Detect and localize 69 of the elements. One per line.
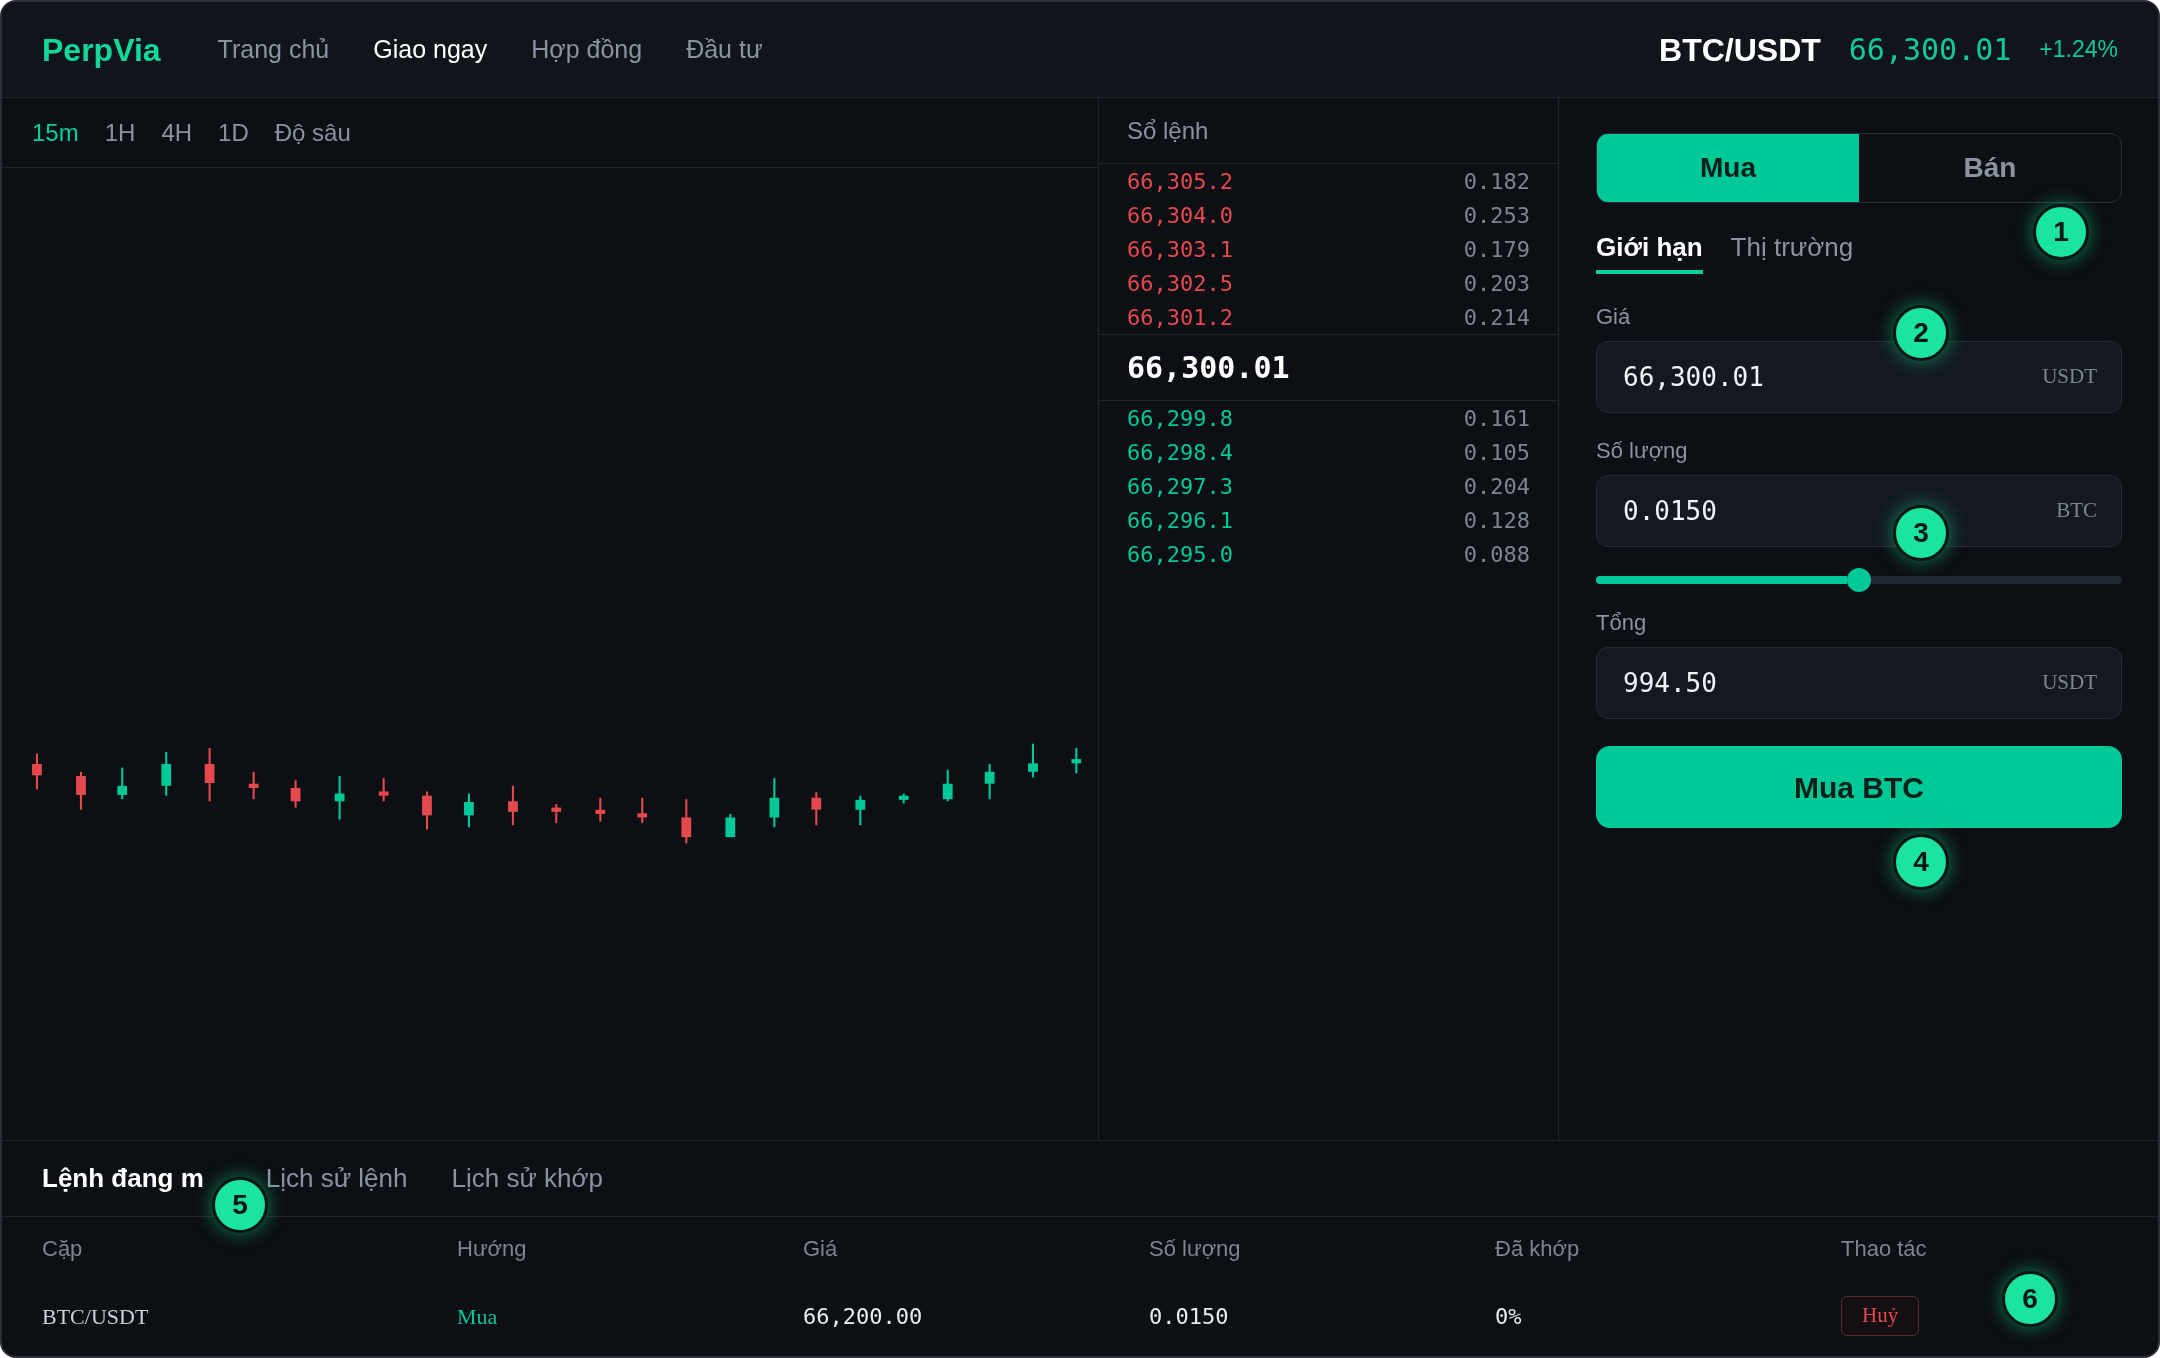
ask-amount: 0.214	[1463, 303, 1530, 332]
field-label: Số lượng	[1596, 438, 1689, 464]
ask-price: 66,305.2	[1127, 167, 1233, 196]
bid-amount: 0.204	[1463, 472, 1530, 501]
logo[interactable]: PerpVia	[42, 25, 161, 74]
timeframe-tab[interactable]: 4H	[161, 114, 193, 151]
table-cell-text: Mua	[457, 1302, 499, 1331]
annotation-marker: 6	[2002, 1271, 2058, 1327]
annotation-marker: 4	[1893, 834, 1949, 890]
pair-name: BTC/USDT	[1659, 30, 1821, 70]
bid-price: 66,299.8	[1127, 404, 1233, 433]
side-toggle[interactable]: Bán	[1859, 134, 2121, 202]
current-price: 66,300.01	[1848, 31, 2012, 69]
side-toggle[interactable]: Mua	[1597, 134, 1859, 202]
column-header: Cặp	[42, 1234, 84, 1263]
nav-link[interactable]: Đầu tư	[686, 30, 763, 69]
table-cell-text: BTC/USDT	[42, 1302, 150, 1331]
ask-price: 66,303.1	[1127, 235, 1233, 264]
ask-amount: 0.253	[1463, 201, 1530, 230]
order-book-title: Sổ lệnh	[1127, 115, 1209, 146]
price-change: +1.24%	[2039, 35, 2118, 65]
bid-price: 66,295.0	[1127, 540, 1233, 569]
ask-amount: 0.179	[1463, 235, 1530, 264]
table-cell-text: 0%	[1495, 1302, 1523, 1331]
annotation-marker: 2	[1893, 305, 1949, 361]
ask-price: 66,304.0	[1127, 201, 1233, 230]
ask-price: 66,301.2	[1127, 303, 1233, 332]
table-cell-text: 66,200.00	[803, 1302, 924, 1331]
column-header: Hướng	[457, 1234, 528, 1263]
order-type-tab[interactable]: Giới hạn	[1596, 232, 1703, 274]
ask-amount: 0.203	[1463, 269, 1530, 298]
bid-price: 66,298.4	[1127, 438, 1233, 467]
bid-amount: 0.088	[1463, 540, 1530, 569]
table-cell-text: 0.0150	[1149, 1302, 1230, 1331]
nav-link[interactable]: Hợp đồng	[531, 30, 643, 69]
column-header: Thao tác	[1841, 1234, 1928, 1263]
last-price: 66,300.01	[1127, 349, 1290, 387]
ask-price: 66,302.5	[1127, 269, 1233, 298]
annotation-marker: 5	[212, 1177, 268, 1233]
unit-label: USDT	[2042, 363, 2097, 391]
annotation-marker: 1	[2033, 204, 2089, 260]
unit-label: USDT	[2042, 669, 2097, 697]
column-header: Đã khớp	[1495, 1234, 1581, 1263]
slider-handle[interactable]	[1847, 568, 1871, 592]
nav-link[interactable]: Trang chủ	[217, 30, 330, 69]
orders-tab[interactable]: Lịch sử khớp	[451, 1159, 604, 1198]
column-header: Giá	[803, 1234, 839, 1263]
bid-amount: 0.128	[1463, 506, 1530, 535]
orders-tab[interactable]: Lịch sử lệnh	[265, 1159, 408, 1198]
unit-label: BTC	[2056, 497, 2097, 525]
bid-amount: 0.161	[1463, 404, 1530, 433]
ask-amount: 0.182	[1463, 167, 1530, 196]
nav-link[interactable]: Giao ngay	[373, 30, 488, 69]
timeframe-tab[interactable]: Độ sâu	[274, 114, 351, 151]
orders-tab[interactable]: Lệnh đang m	[42, 1159, 204, 1198]
column-header: Số lượng	[1149, 1234, 1242, 1263]
timeframe-tab[interactable]: 15m	[32, 114, 79, 151]
order-type-tab[interactable]: Thị trường	[1730, 232, 1854, 274]
timeframe-tab[interactable]: 1D	[218, 114, 249, 151]
buy-button[interactable]: Mua BTC	[1596, 746, 2122, 828]
field-label: Giá	[1596, 304, 1632, 330]
timeframe-tab[interactable]: 1H	[104, 114, 136, 151]
cancel-button[interactable]: Huỷ	[1841, 1296, 1920, 1336]
input-field[interactable]: 994.50 USDT	[1596, 647, 2122, 719]
field-label: Tổng	[1596, 610, 1648, 636]
input-field[interactable]: 66,300.01 USDT	[1596, 341, 2122, 413]
bid-amount: 0.105	[1463, 438, 1530, 467]
bid-price: 66,297.3	[1127, 472, 1233, 501]
bid-price: 66,296.1	[1127, 506, 1233, 535]
